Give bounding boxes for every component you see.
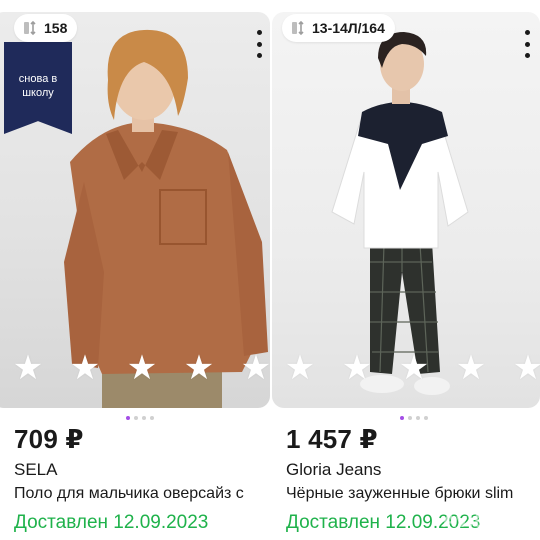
star-icon[interactable]: ★ <box>240 351 270 385</box>
promo-badge-text: снова в школу <box>18 73 58 99</box>
more-vertical-icon[interactable] <box>252 30 266 58</box>
size-chart-icon <box>292 20 304 36</box>
size-pill: 158 <box>14 14 78 42</box>
product-title[interactable]: Чёрные зауженные брюки slim <box>286 485 540 503</box>
product-card-polo[interactable]: снова в школу 158 ★ ★ ★ ★ ★ 709 ₽ SELA П… <box>0 0 270 540</box>
photo-pager <box>400 416 428 420</box>
star-icon[interactable]: ★ <box>512 351 540 385</box>
rating-stars[interactable]: ★ ★ ★ ★ ★ <box>12 351 270 385</box>
price: 709 ₽ <box>14 424 84 454</box>
size-chart-icon <box>24 20 36 36</box>
star-icon[interactable]: ★ <box>341 351 373 385</box>
star-icon[interactable]: ★ <box>12 351 44 385</box>
photo-pager <box>126 416 154 420</box>
size-pill: 13-14Л/164 <box>282 14 395 42</box>
star-icon[interactable]: ★ <box>455 351 487 385</box>
star-icon[interactable]: ★ <box>183 351 215 385</box>
price: 1 457 ₽ <box>286 424 378 454</box>
size-label: 158 <box>44 20 68 36</box>
product-card-trousers[interactable]: 13-14Л/164 ★ ★ ★ ★ ★ 1 457 ₽ Gloria Jean… <box>270 0 540 540</box>
avito-watermark: Avito <box>442 510 494 532</box>
star-icon[interactable]: ★ <box>284 351 316 385</box>
promo-badge: снова в школу <box>4 42 72 134</box>
more-vertical-icon[interactable] <box>520 30 534 58</box>
star-icon[interactable]: ★ <box>126 351 158 385</box>
product-title[interactable]: Поло для мальчика оверсайз с <box>14 485 270 503</box>
star-icon[interactable]: ★ <box>69 351 101 385</box>
delivery-status: Доставлен 12.09.2023 <box>14 512 209 533</box>
size-label: 13-14Л/164 <box>312 20 385 36</box>
brand-name: Gloria Jeans <box>286 460 382 479</box>
rating-stars[interactable]: ★ ★ ★ ★ ★ <box>284 351 540 385</box>
star-icon[interactable]: ★ <box>398 351 430 385</box>
brand-name: SELA <box>14 460 58 479</box>
